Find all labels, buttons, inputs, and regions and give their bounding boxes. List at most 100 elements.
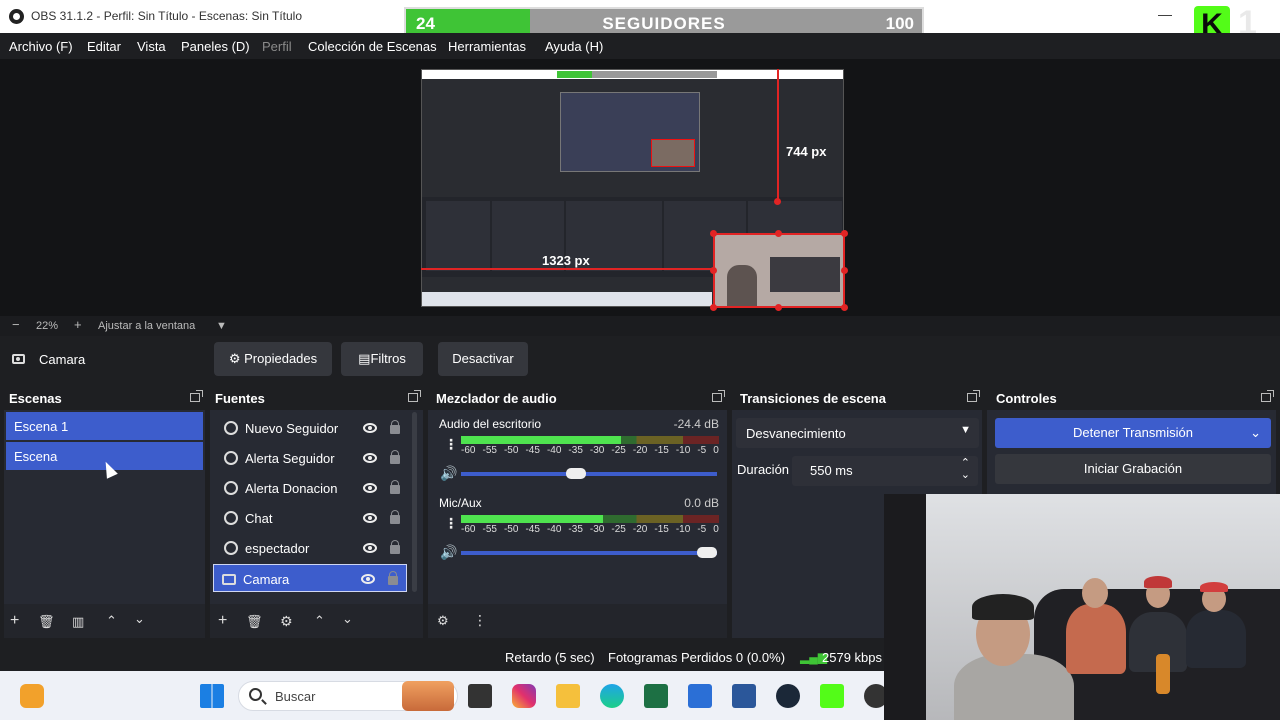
source-item-selected[interactable]: Camara [213,564,407,592]
meter-tick-label: -25 [611,445,626,456]
menu-vista[interactable]: Vista [137,39,166,54]
duration-spinbox[interactable]: 550 ms ⌃ ⌄ [792,456,978,486]
trash-icon[interactable]: 🗑 [246,614,263,630]
zoom-out-button[interactable]: − [12,317,20,332]
browser-source-icon [224,481,238,495]
properties-button[interactable]: ⚙ Propiedades [214,342,332,376]
eye-icon[interactable] [363,543,377,553]
scene-item-escena-1[interactable]: Escena 1 [6,412,203,440]
menu-archivo[interactable]: Archivo (F) [9,39,73,54]
move-down-icon[interactable]: ⌄ [342,611,353,627]
channel-menu-icon[interactable]: ⋮ [444,436,458,453]
speaker-icon[interactable]: 🔊 [440,465,457,482]
lock-icon[interactable] [390,420,400,434]
resize-handle[interactable] [841,304,848,311]
meter-tick-label: -55 [482,445,497,456]
menu-editar[interactable]: Editar [87,39,121,54]
meter-tick-label: -35 [568,524,583,535]
advanced-audio-icon[interactable]: ⚙ [437,613,449,629]
lock-icon[interactable] [390,480,400,494]
gear-icon[interactable]: ⚙ [280,613,293,630]
undock-icon[interactable] [190,390,203,402]
menu-perfil[interactable]: Perfil [262,39,292,54]
eye-icon[interactable] [361,574,375,584]
trash-icon[interactable]: 🗑 [38,614,55,630]
resize-handle[interactable] [710,304,717,311]
meter-tick-label: -20 [632,524,648,535]
bitrate-status: 2579 kbps [822,650,882,665]
channel-menu-icon[interactable]: ⋮ [444,515,458,532]
windows-start-icon[interactable] [200,684,224,708]
eye-icon[interactable] [363,483,377,493]
minimize-button[interactable]: — [1158,6,1172,22]
camera-icon [222,574,236,585]
file-manager-icon[interactable] [468,684,492,708]
start-recording-button[interactable]: Iniciar Grabación [995,454,1271,484]
meter-tick-label: -5 [697,524,707,535]
undock-icon[interactable] [408,390,421,402]
lock-icon[interactable] [390,540,400,554]
eye-icon[interactable] [363,453,377,463]
undock-icon[interactable] [712,390,725,402]
mixer-menu-icon[interactable]: ⋮ [473,612,487,629]
filters-button[interactable]: ▤Filtros [341,342,423,376]
source-item[interactable]: Nuevo Seguidor [216,414,410,442]
resize-handle[interactable] [775,304,782,311]
zoom-dropdown-icon[interactable]: ▼ [216,320,227,332]
resize-handle[interactable] [710,230,717,237]
edge-icon[interactable] [600,684,624,708]
eye-icon[interactable] [363,423,377,433]
resize-handle[interactable] [841,267,848,274]
move-down-icon[interactable]: ⌄ [134,611,145,627]
sources-scrollbar[interactable] [412,412,417,592]
dropped-frames-status: Fotogramas Perdidos 0 (0.0%) [608,650,786,665]
meter-tick-label: -5 [697,445,707,456]
lock-icon[interactable] [390,510,400,524]
source-item[interactable]: Alerta Donacion [216,474,410,502]
move-up-icon[interactable]: ⌃ [106,613,117,629]
widgets-icon[interactable] [20,684,44,708]
spin-down-icon[interactable]: ⌄ [961,468,970,481]
store-icon[interactable] [688,684,712,708]
game-icon[interactable] [402,681,454,711]
eye-icon[interactable] [363,513,377,523]
menu-coleccion-escenas[interactable]: Colección de Escenas [308,39,437,54]
steam-icon[interactable] [776,684,800,708]
undock-icon[interactable] [1261,390,1274,402]
scene-filters-icon[interactable]: ▥ [72,614,84,630]
deactivate-button[interactable]: Desactivar [438,342,528,376]
source-item[interactable]: espectador [216,534,410,562]
resize-handle[interactable] [774,198,781,205]
resize-handle[interactable] [775,230,782,237]
kick-icon[interactable] [820,684,844,708]
instagram-icon[interactable] [512,684,536,708]
zoom-in-button[interactable]: + [74,317,82,332]
scenes-title: Escenas [9,391,62,406]
transition-select[interactable]: Desvanecimiento ▼ [736,418,979,448]
fit-to-window-button[interactable]: Ajustar a la ventana [98,320,195,332]
resize-handle[interactable] [710,267,717,274]
undock-icon[interactable] [967,390,980,402]
folder-icon[interactable] [556,684,580,708]
source-item[interactable]: Chat [216,504,410,532]
speaker-icon[interactable]: 🔊 [440,544,457,561]
volume-slider[interactable] [461,468,717,479]
meter-tick-label: -35 [568,445,583,456]
menu-ayuda[interactable]: Ayuda (H) [545,39,603,54]
source-item[interactable]: Alerta Seguidor [216,444,410,472]
volume-slider[interactable] [461,547,717,558]
menu-herramientas[interactable]: Herramientas [448,39,526,54]
excel-icon[interactable] [644,684,668,708]
add-scene-button[interactable]: + [10,612,19,630]
move-up-icon[interactable]: ⌃ [314,613,325,629]
lock-icon[interactable] [388,571,398,585]
add-source-button[interactable]: + [218,612,227,630]
selected-source-name: Camara [39,352,86,367]
camera-source-selection[interactable] [713,233,845,308]
menu-paneles[interactable]: Paneles (D) [181,39,250,54]
word-icon[interactable] [732,684,756,708]
stop-streaming-button[interactable]: Detener Transmisión ⌄ [995,418,1271,448]
lock-icon[interactable] [390,450,400,464]
resize-handle[interactable] [841,230,848,237]
chevron-down-icon[interactable]: ⌄ [1250,418,1261,448]
